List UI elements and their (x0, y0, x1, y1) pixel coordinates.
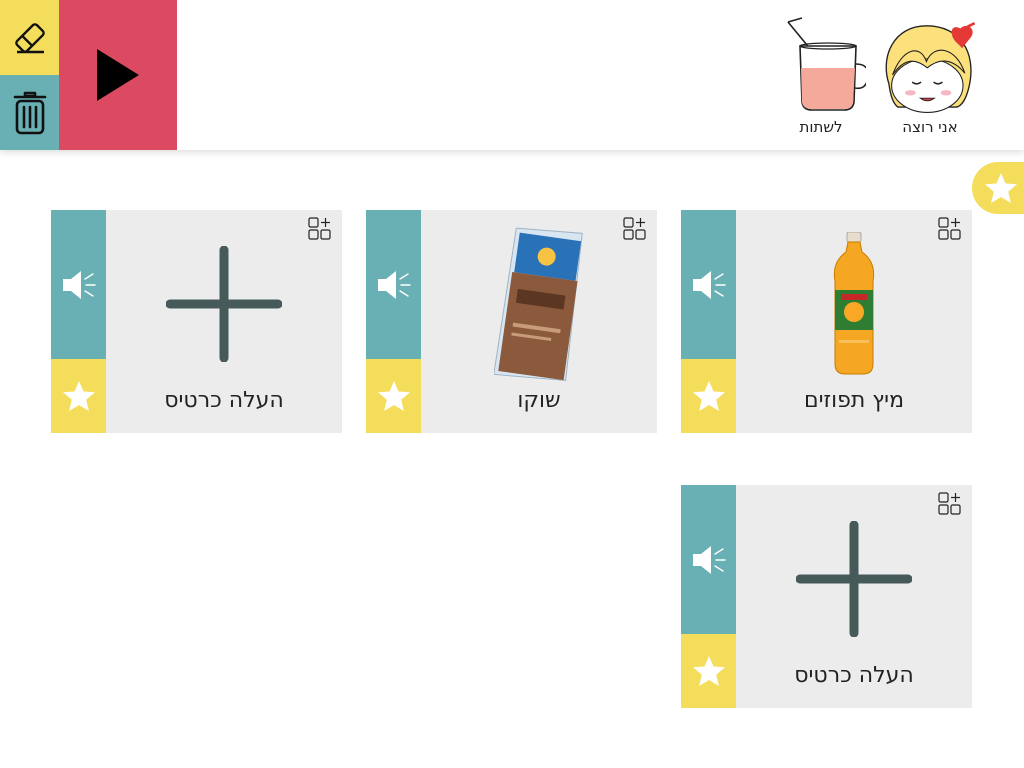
card-orange-juice: מיץ תפוזים (681, 210, 972, 433)
card-label: מיץ תפוזים (803, 388, 905, 413)
play-sound-button[interactable] (681, 210, 736, 359)
plus-icon (166, 246, 282, 362)
play-icon (97, 49, 139, 101)
girl-face-icon (885, 21, 976, 113)
play-sentence-button[interactable] (59, 0, 177, 150)
speaker-icon (692, 270, 726, 299)
orange-juice-bottle-image (833, 232, 875, 375)
star-icon (692, 656, 725, 686)
favorites-tab[interactable] (972, 162, 1024, 214)
eraser-icon (14, 22, 45, 53)
add-to-favorites-button[interactable] (366, 359, 421, 433)
sentence-word-i-want[interactable]: אני רוצה (880, 12, 980, 142)
card-upload: העלה כרטיס (51, 210, 342, 433)
erase-button[interactable] (0, 0, 59, 75)
drink-cup-icon (787, 17, 866, 111)
speaker-icon (377, 270, 411, 299)
plus-icon (796, 521, 912, 637)
add-to-favorites-button[interactable] (681, 359, 736, 433)
speaker-icon (62, 270, 96, 299)
add-to-favorites-button[interactable] (681, 634, 736, 708)
top-bar: אני רוצה לשתות (0, 0, 1024, 150)
upload-card-button[interactable]: העלה כרטיס (736, 485, 972, 708)
card-chocolate-milk: שוקו (366, 210, 657, 433)
sentence-word-label: לשתות (799, 118, 843, 136)
card-label: העלה כרטיס (794, 663, 914, 688)
card-body[interactable]: שוקו (421, 210, 657, 433)
play-sound-button[interactable] (51, 210, 106, 359)
play-sound-button[interactable] (681, 485, 736, 634)
upload-card-button[interactable]: העלה כרטיס (106, 210, 342, 433)
sentence-word-to-drink[interactable]: לשתות (771, 12, 871, 142)
card-upload: העלה כרטיס (681, 485, 972, 708)
card-body[interactable]: מיץ תפוזים (736, 210, 972, 433)
sentence-word-label: אני רוצה (902, 118, 958, 136)
star-icon (62, 381, 95, 411)
play-sound-button[interactable] (366, 210, 421, 359)
card-label: העלה כרטיס (164, 388, 284, 413)
star-icon (692, 381, 725, 411)
star-icon (377, 381, 410, 411)
card-label: שוקו (517, 388, 561, 413)
trash-icon (13, 91, 46, 134)
delete-button[interactable] (0, 75, 59, 150)
chocolate-milk-bag-image (494, 227, 583, 381)
speaker-icon (692, 545, 726, 574)
star-icon (985, 173, 1017, 203)
add-to-favorites-button[interactable] (51, 359, 106, 433)
